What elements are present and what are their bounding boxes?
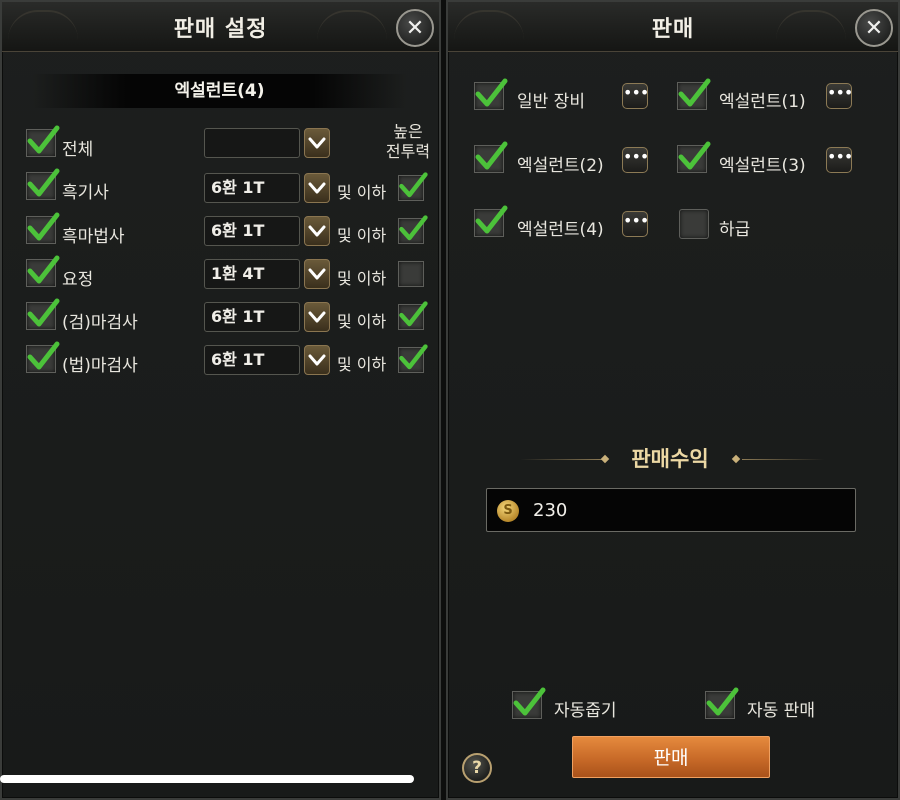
class-label-dark-knight: 흑기사 (62, 183, 109, 203)
chevron-down-icon[interactable] (304, 345, 330, 375)
check-icon (399, 301, 428, 327)
below-label: 및 이하 (337, 269, 387, 288)
more-options-button[interactable]: ••• (622, 211, 649, 237)
tier-dropdown-magic-magic-gladiator[interactable]: 6환 1T (204, 345, 300, 375)
option-label-excellent-2: 엑설런트(2) (517, 156, 604, 176)
revenue-value: 230 (533, 500, 568, 521)
check-icon (513, 687, 546, 716)
class-label-magic-magic-gladiator: (법)마검사 (62, 356, 138, 376)
sell-titlebar: 판매 ✕ (448, 2, 898, 52)
option-checkbox-normal-gear[interactable] (474, 78, 508, 110)
check-icon (27, 341, 60, 370)
below-label: 및 이하 (337, 312, 387, 331)
chevron-down-icon[interactable] (304, 128, 330, 158)
high-power-checkbox-elf[interactable] (398, 261, 424, 287)
option-label-excellent-1: 엑설런트(1) (719, 92, 806, 112)
close-icon[interactable]: ✕ (855, 9, 893, 47)
check-icon (399, 172, 428, 198)
tier-dropdown-all[interactable] (204, 128, 300, 158)
sell-settings-panel: 판매 설정 ✕ 엑설런트(4) 높은 전투력 전체 흑기사 6환 1T 및 이하… (0, 0, 441, 800)
revenue-title: 판매수익 (631, 447, 709, 471)
option-checkbox-excellent-3[interactable] (677, 141, 711, 173)
more-options-button[interactable]: ••• (826, 147, 853, 173)
check-icon (399, 215, 428, 241)
sell-panel: 판매 ✕ (446, 0, 900, 800)
auto-sell-checkbox[interactable] (705, 687, 739, 719)
below-label: 및 이하 (337, 226, 387, 245)
home-indicator (0, 775, 414, 783)
auto-sell-label: 자동 판매 (747, 701, 815, 721)
check-icon (399, 344, 428, 370)
option-checkbox-excellent-2[interactable] (474, 141, 508, 173)
check-icon (27, 255, 60, 284)
below-label: 및 이하 (337, 183, 387, 202)
high-power-label: 높은 전투력 (378, 122, 438, 162)
tier-dropdown-dark-knight[interactable]: 6환 1T (204, 173, 300, 203)
section-title-excellent-4: 엑설런트(4) (32, 74, 407, 108)
help-icon[interactable]: ? (462, 753, 492, 783)
tier-dropdown-dark-wizard[interactable]: 6환 1T (204, 216, 300, 246)
check-icon (27, 125, 60, 154)
option-checkbox-excellent-4[interactable] (474, 205, 508, 237)
class-label-sword-magic-gladiator: (검)마검사 (62, 313, 138, 333)
option-checkbox-low-grade[interactable] (679, 209, 709, 239)
check-icon (475, 78, 508, 107)
class-checkbox-all[interactable] (26, 125, 60, 157)
check-icon (27, 298, 60, 327)
class-label-dark-wizard: 흑마법사 (62, 227, 125, 247)
class-label-elf: 요정 (62, 270, 94, 290)
below-label: 및 이하 (337, 355, 387, 374)
check-icon (678, 78, 711, 107)
option-checkbox-excellent-1[interactable] (677, 78, 711, 110)
auto-pickup-checkbox[interactable] (512, 687, 546, 719)
sell-button[interactable]: 판매 (572, 736, 770, 778)
option-label-excellent-4: 엑설런트(4) (517, 220, 604, 240)
more-options-button[interactable]: ••• (622, 83, 649, 109)
sell-title: 판매 (651, 17, 695, 42)
chevron-down-icon[interactable] (304, 259, 330, 289)
high-power-checkbox-dark-knight[interactable] (398, 172, 428, 201)
close-icon[interactable]: ✕ (396, 9, 434, 47)
sell-settings-titlebar: 판매 설정 ✕ (2, 2, 439, 52)
check-icon (27, 168, 60, 197)
sell-settings-title: 판매 설정 (173, 17, 268, 42)
tier-dropdown-elf[interactable]: 1환 4T (204, 259, 300, 289)
high-power-checkbox-sword-magic-gladiator[interactable] (398, 301, 428, 330)
tier-dropdown-sword-magic-gladiator[interactable]: 6환 1T (204, 302, 300, 332)
class-checkbox-elf[interactable] (26, 255, 60, 287)
option-label-excellent-3: 엑설런트(3) (719, 156, 806, 176)
check-icon (475, 205, 508, 234)
auto-pickup-label: 자동줍기 (554, 701, 617, 721)
more-options-button[interactable]: ••• (622, 147, 649, 173)
chevron-down-icon[interactable] (304, 173, 330, 203)
check-icon (27, 212, 60, 241)
more-options-button[interactable]: ••• (826, 83, 853, 109)
revenue-field: S 230 (486, 488, 856, 532)
coin-icon: S (497, 500, 519, 522)
class-label-all: 전체 (62, 140, 94, 160)
high-power-label-line2: 전투력 (385, 142, 431, 161)
check-icon (475, 141, 508, 170)
high-power-checkbox-dark-wizard[interactable] (398, 215, 428, 244)
option-label-low-grade: 하급 (719, 220, 751, 240)
class-checkbox-sword-magic-gladiator[interactable] (26, 298, 60, 330)
divider (742, 459, 824, 460)
class-checkbox-magic-magic-gladiator[interactable] (26, 341, 60, 373)
high-power-label-line1: 높은 (393, 122, 423, 141)
chevron-down-icon[interactable] (304, 302, 330, 332)
option-label-normal-gear: 일반 장비 (517, 92, 585, 112)
class-checkbox-dark-knight[interactable] (26, 168, 60, 200)
check-icon (706, 687, 739, 716)
check-icon (678, 141, 711, 170)
chevron-down-icon[interactable] (304, 216, 330, 246)
high-power-checkbox-magic-magic-gladiator[interactable] (398, 344, 428, 373)
class-checkbox-dark-wizard[interactable] (26, 212, 60, 244)
